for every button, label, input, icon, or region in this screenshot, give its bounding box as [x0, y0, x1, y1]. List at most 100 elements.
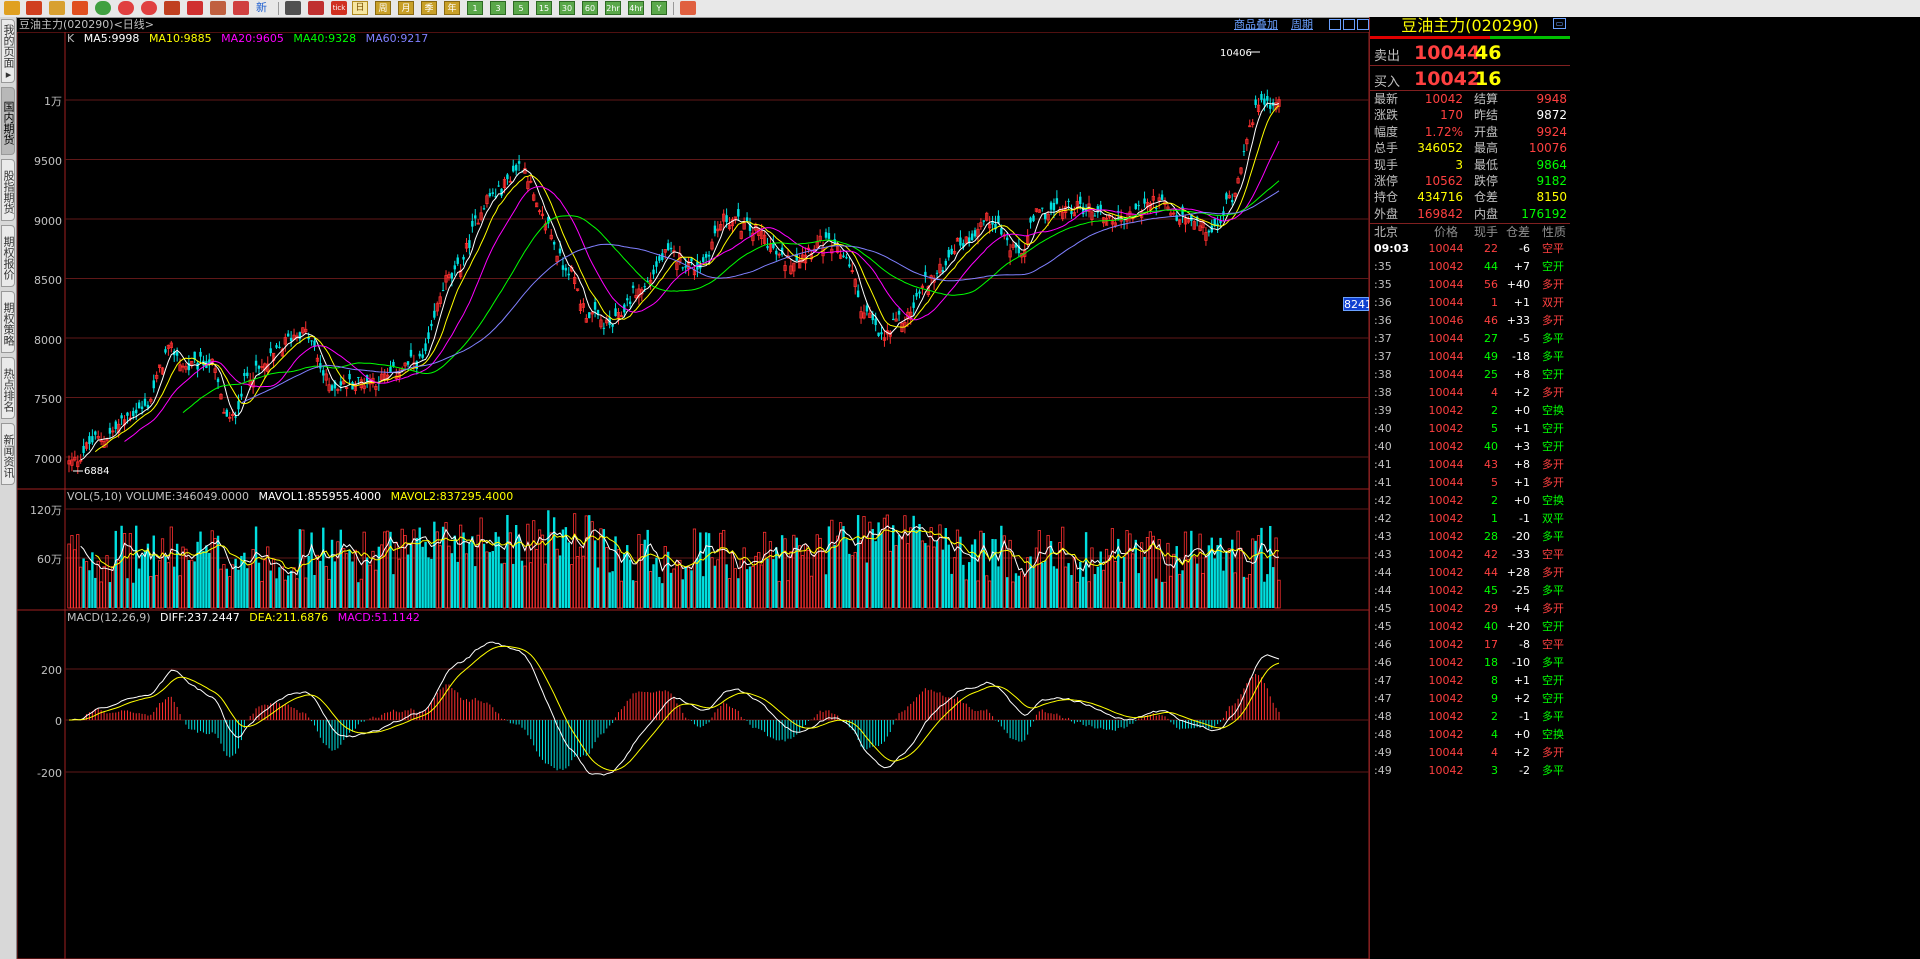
table-icon[interactable]: [285, 1, 301, 15]
volume-bar-up: [1233, 572, 1237, 609]
period-4hr-button[interactable]: 4hr: [628, 1, 644, 15]
stat-value: 9864: [1536, 157, 1567, 172]
pen-icon[interactable]: [210, 1, 226, 15]
candle-body-down: [441, 290, 445, 292]
sidebar-tab-news[interactable]: 新闻资讯: [1, 423, 15, 485]
candle-body-down: [471, 220, 474, 227]
volume-bar-up: [1119, 581, 1123, 609]
volume-bar-up: [1192, 556, 1196, 609]
period-5min-button[interactable]: 5: [513, 1, 529, 15]
period-2hr-button[interactable]: 2hr: [605, 1, 621, 15]
sidebar-tab-hot-ranking[interactable]: 热点排名: [1, 357, 15, 419]
period-3min-button[interactable]: 3: [490, 1, 506, 15]
tick-row: :45 10042 40 +20 空开: [1370, 618, 1570, 636]
back-icon[interactable]: [4, 1, 20, 15]
volume-bar-down: [666, 551, 670, 608]
tick-nature: 空换: [1542, 728, 1564, 741]
candle-body-down: [856, 290, 860, 298]
period-link[interactable]: 周期: [1291, 17, 1313, 32]
volume-bar-up: [102, 566, 106, 609]
new-button[interactable]: 新: [256, 1, 272, 15]
window-restore-icon[interactable]: [1329, 19, 1341, 30]
tick-time: :42: [1374, 494, 1392, 507]
tick-oi-change: -5: [1519, 332, 1530, 345]
sidebar-tab-my-page[interactable]: 我的页面▸: [1, 19, 15, 83]
volume-bar-up: [1163, 581, 1167, 609]
period-month-button[interactable]: 月: [398, 1, 414, 15]
candle-body-down: [935, 272, 939, 274]
volume-bar-up: [979, 530, 983, 609]
sidebar-tab-option-strategy[interactable]: 期权策略: [1, 291, 15, 353]
volume-bar-up: [394, 541, 398, 609]
volume-bar-down: [269, 570, 272, 608]
zoom-out-icon[interactable]: [141, 1, 157, 15]
candle-body-down: [254, 360, 258, 366]
chart-icon[interactable]: [308, 1, 324, 15]
sidebar-tab-option-quotes[interactable]: 期权报价: [1, 225, 15, 287]
mavol1-line: [80, 525, 1280, 578]
volume-bar-up: [1172, 553, 1176, 609]
product-overlay-link[interactable]: 商品叠加: [1234, 17, 1278, 32]
draw-icon[interactable]: [187, 1, 203, 15]
period-60min-button[interactable]: 60: [582, 1, 598, 15]
candle-body-down: [94, 431, 97, 435]
volume-bar-up: [400, 528, 404, 609]
tick-header-nature: 性质: [1542, 225, 1567, 239]
f10-icon[interactable]: [72, 1, 88, 15]
legend-mavol1: MAVOL1:855955.4000: [258, 490, 381, 503]
volume-bar-down: [108, 582, 112, 608]
candle-body-down: [1263, 98, 1266, 105]
period-day-button[interactable]: 日: [352, 1, 368, 15]
kline-chart-area[interactable]: 豆油主力(020290)<日线> 商品叠加 周期 K MA5:9998 MA10…: [17, 17, 1369, 959]
window-close-icon[interactable]: [1357, 19, 1369, 30]
stat-value: 10042: [1424, 92, 1463, 106]
tick-row: :49 10042 3 -2 多平: [1370, 762, 1570, 780]
period-quarter-button[interactable]: 季: [421, 1, 437, 15]
tick-row: :40 10042 5 +1 空开: [1370, 420, 1570, 438]
panel-toggle-icon[interactable]: ▭: [1553, 18, 1566, 29]
candle-body-down: [234, 416, 237, 418]
volume-bar-up: [859, 540, 863, 609]
bid-row[interactable]: 买入 10042 16: [1370, 66, 1570, 90]
calculator-icon[interactable]: [680, 1, 696, 15]
candle-body-down: [237, 401, 240, 410]
volume-bar-up: [1151, 535, 1155, 609]
volume-bar-up: [1274, 537, 1278, 609]
folder-icon[interactable]: [49, 1, 65, 15]
period-15min-button[interactable]: 15: [536, 1, 552, 15]
zoom-in-icon[interactable]: [118, 1, 134, 15]
ask-row[interactable]: 卖出 10044 46: [1370, 40, 1570, 64]
sidebar-tab-index-futures[interactable]: 股指期货: [1, 159, 15, 221]
volume-bar-up: [190, 559, 194, 609]
price-tick-8500: 8500: [34, 274, 62, 287]
layout-icon[interactable]: [164, 1, 180, 15]
tick-button[interactable]: tick: [331, 1, 347, 15]
candle-body-down: [424, 343, 427, 351]
volume-bar-up: [1251, 538, 1255, 609]
tick-oi-change: -10: [1512, 656, 1530, 669]
candle-body-down: [152, 380, 155, 389]
period-year-button[interactable]: 年: [444, 1, 460, 15]
home-icon[interactable]: [26, 1, 42, 15]
tick-time: :48: [1374, 710, 1392, 723]
window-maximize-icon[interactable]: [1343, 19, 1355, 30]
volume-bar-up: [99, 581, 103, 609]
volume-bar-up: [722, 529, 726, 609]
filter-icon[interactable]: [233, 1, 249, 15]
ma-lines: [80, 102, 1280, 461]
period-week-button[interactable]: 周: [375, 1, 391, 15]
tick-nature: 空开: [1542, 620, 1564, 633]
sidebar-tab-domestic-futures[interactable]: 国内期货: [1, 87, 15, 155]
tick-oi-change: +3: [1513, 440, 1530, 453]
period-30min-button[interactable]: 30: [559, 1, 575, 15]
period-custom-button[interactable]: Y: [651, 1, 667, 15]
tick-oi-change: -2: [1519, 764, 1530, 777]
tick-volume: 2: [1491, 710, 1498, 723]
refresh-icon[interactable]: [95, 1, 111, 15]
candle-body-down: [427, 332, 430, 340]
period-1min-button[interactable]: 1: [467, 1, 483, 15]
volume-bar-down: [567, 542, 570, 608]
tick-time: :39: [1374, 404, 1392, 417]
volume-bar-down: [1017, 575, 1021, 608]
macd-histogram: [71, 674, 1280, 771]
